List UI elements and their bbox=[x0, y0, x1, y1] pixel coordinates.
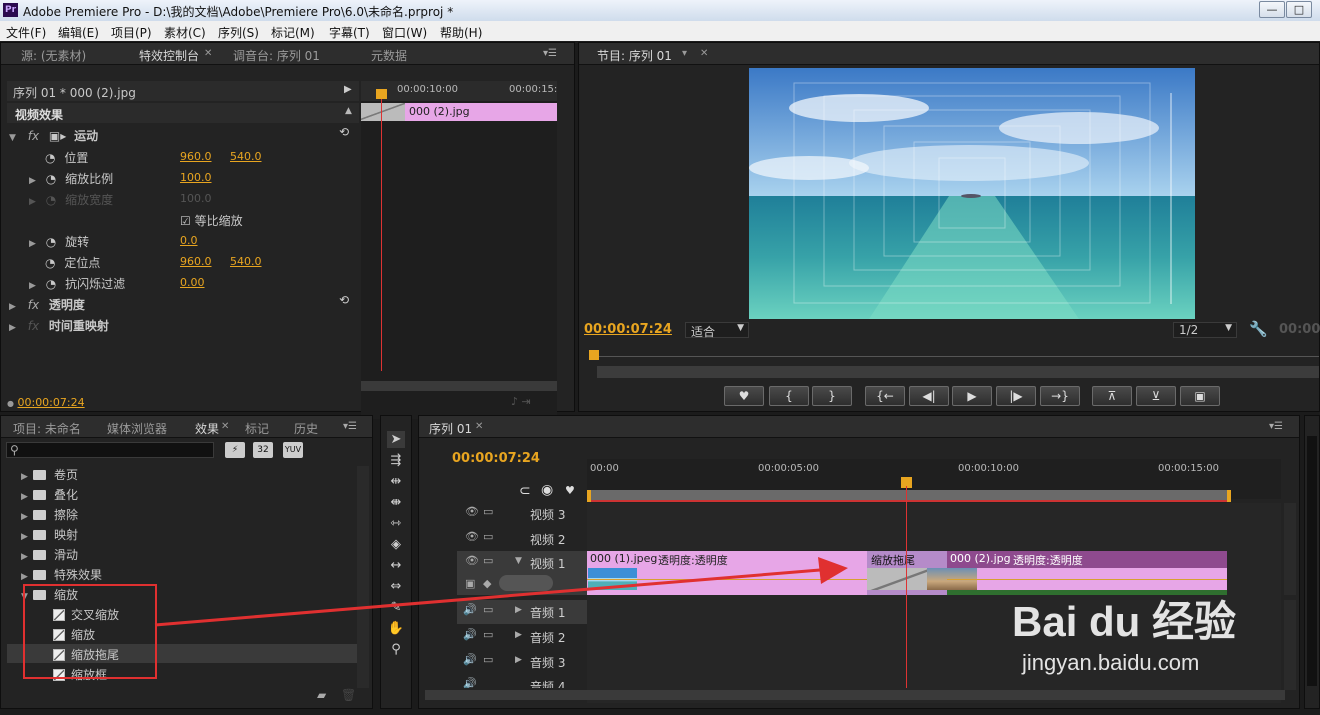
annotation-arrow bbox=[154, 568, 821, 627]
baidu-logo: Bai du 经验 bbox=[1012, 598, 1237, 645]
watermark: Bai du 经验 jingyan.baidu.com bbox=[1010, 588, 1310, 688]
arrow-head bbox=[818, 557, 848, 584]
watermark-url: jingyan.baidu.com bbox=[1022, 650, 1200, 675]
